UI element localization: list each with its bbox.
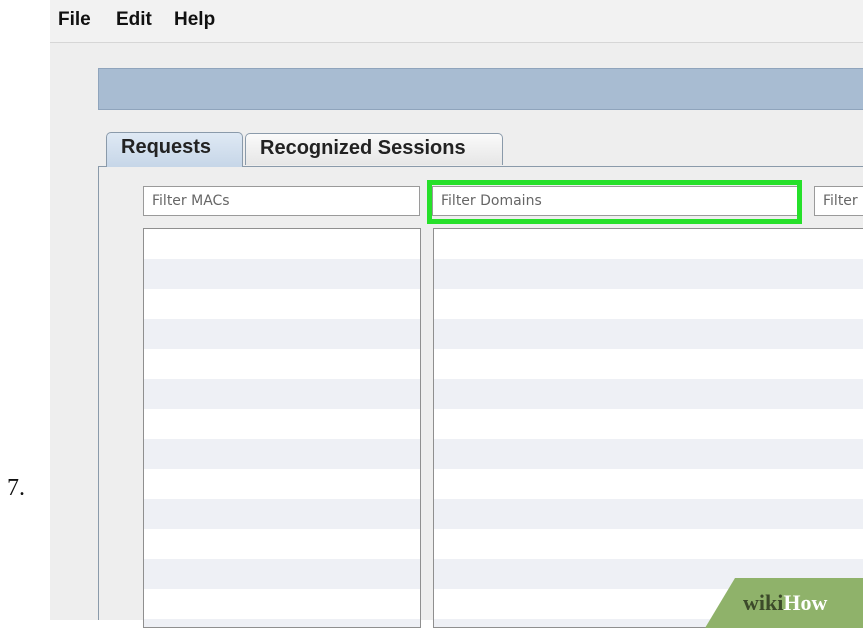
filter-macs-input[interactable] bbox=[143, 186, 420, 216]
step-number: 7. bbox=[7, 475, 25, 501]
filter-third-input[interactable] bbox=[814, 186, 863, 216]
menu-bar: File Edit Help bbox=[50, 0, 863, 43]
watermark-how: How bbox=[783, 590, 828, 615]
macs-list[interactable] bbox=[143, 228, 421, 628]
tab-recognized-sessions[interactable]: Recognized Sessions bbox=[245, 133, 503, 165]
status-progress-bar bbox=[98, 68, 863, 110]
menu-edit[interactable]: Edit bbox=[116, 9, 152, 31]
domains-list[interactable] bbox=[433, 228, 863, 628]
menu-help[interactable]: Help bbox=[174, 9, 215, 31]
tab-requests[interactable]: Requests bbox=[106, 132, 243, 167]
watermark-wiki: wiki bbox=[743, 590, 784, 615]
menu-file[interactable]: File bbox=[58, 9, 91, 31]
filter-domains-input[interactable] bbox=[432, 186, 798, 216]
